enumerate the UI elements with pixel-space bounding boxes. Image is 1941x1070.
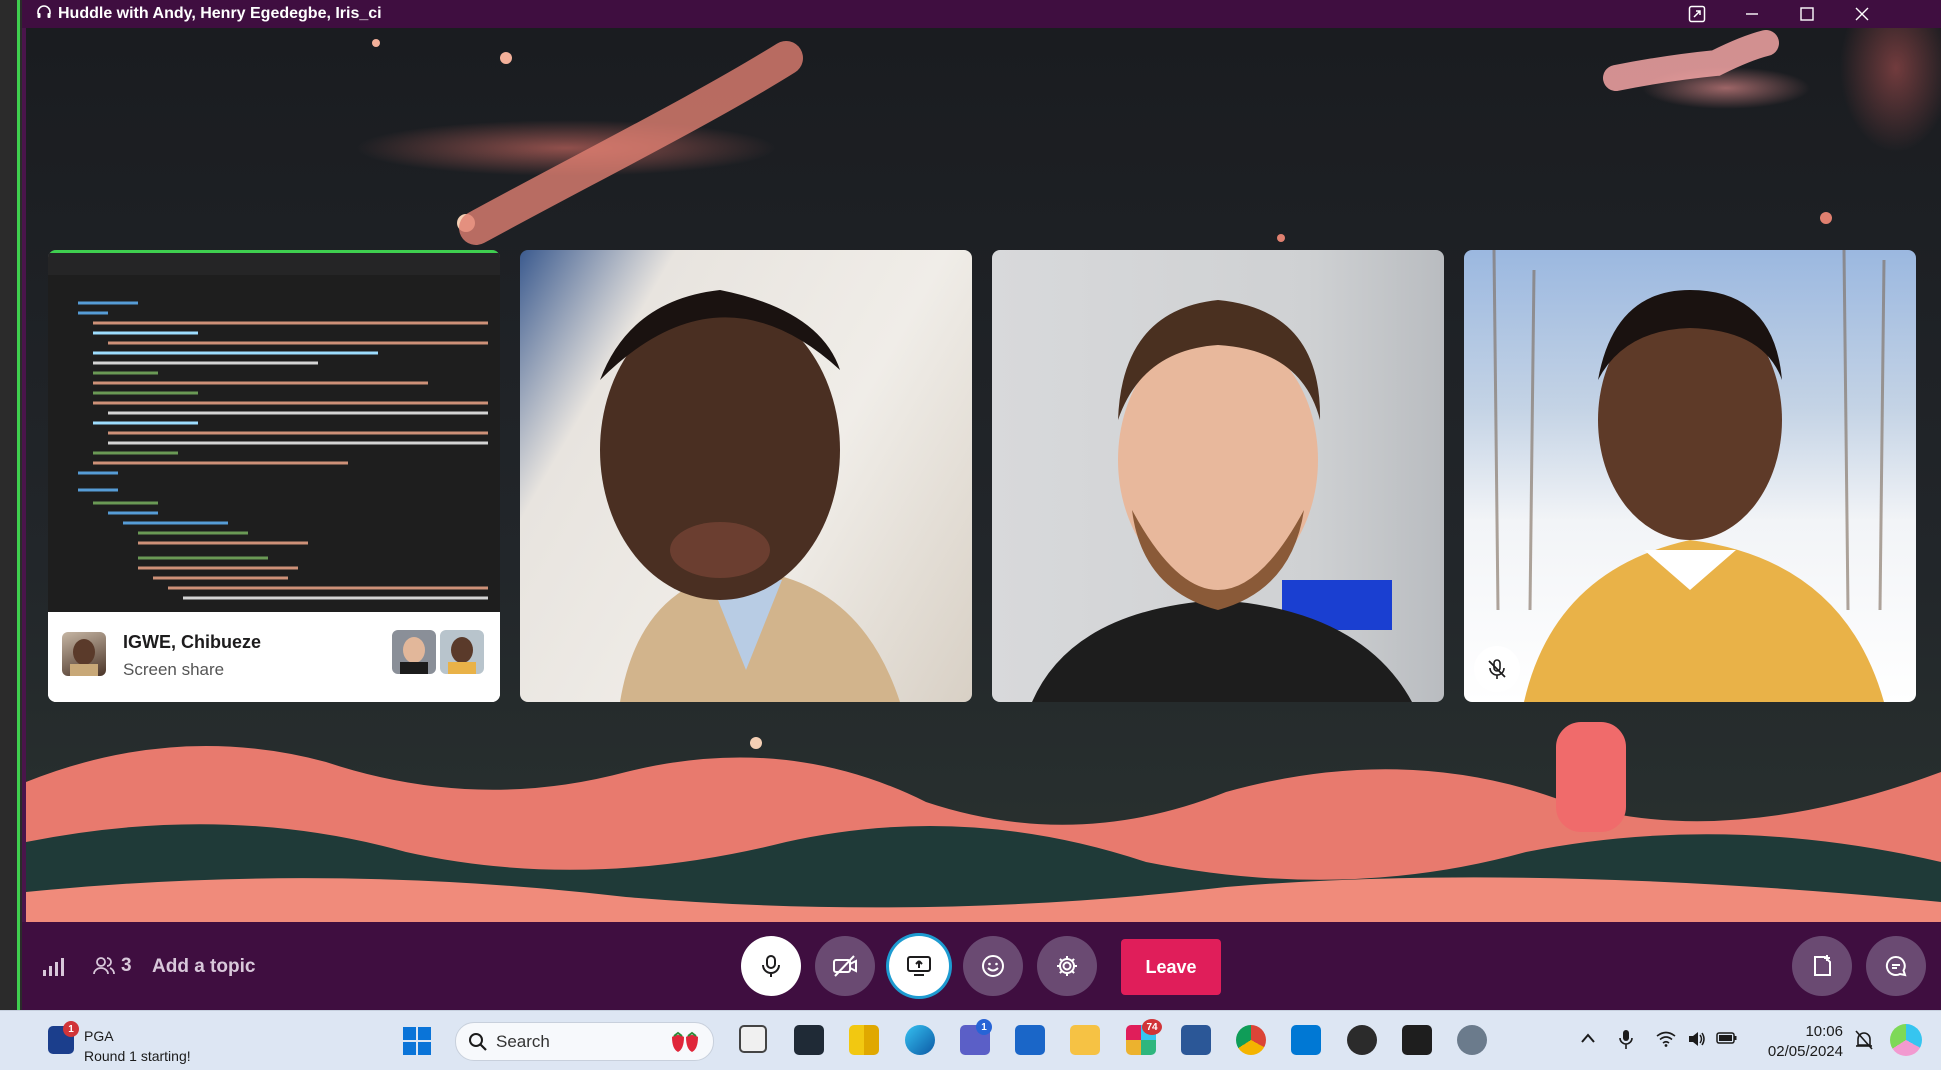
notes-icon bbox=[1814, 955, 1831, 976]
muted-indicator bbox=[1474, 646, 1520, 692]
presenter-name: IGWE, Chibueze bbox=[123, 632, 262, 652]
screen-share-icon bbox=[907, 956, 931, 976]
huddle-notes-button[interactable] bbox=[1792, 936, 1852, 996]
microphone-muted-icon bbox=[1488, 659, 1506, 679]
teams-badge: 1 bbox=[976, 1019, 992, 1035]
reactions-button[interactable] bbox=[963, 936, 1023, 996]
task-view-icon[interactable] bbox=[739, 1025, 767, 1053]
taskbar-clock[interactable]: 10:06 02/05/2024 bbox=[1751, 1022, 1843, 1062]
close-icon bbox=[1855, 7, 1869, 21]
windows-logo-icon bbox=[403, 1027, 431, 1055]
huddle-thread-button[interactable] bbox=[1866, 936, 1926, 996]
popout-button[interactable] bbox=[1675, 0, 1719, 28]
huddle-controls-bar: 3 Add a topic Leave bbox=[22, 922, 1941, 1010]
maximize-button[interactable] bbox=[1785, 0, 1829, 28]
video-toggle-button[interactable] bbox=[815, 936, 875, 996]
microphone-tray-icon[interactable] bbox=[1618, 1029, 1634, 1051]
huddle-title: Huddle with Andy, Henry Egedegbe, Iris_c… bbox=[58, 5, 382, 22]
screen-share-tile[interactable]: IGWE, Chibueze Screen share bbox=[48, 250, 500, 702]
terminal-icon[interactable] bbox=[1402, 1025, 1432, 1055]
viewer-avatar-image bbox=[400, 637, 428, 674]
copilot-icon[interactable] bbox=[1890, 1024, 1922, 1056]
microphone-button[interactable] bbox=[741, 936, 801, 996]
huddle-window: Huddle with Andy, Henry Egedegbe, Iris_c… bbox=[22, 0, 1941, 1010]
datagrip-icon[interactable] bbox=[794, 1025, 824, 1055]
minimize-button[interactable] bbox=[1730, 0, 1774, 28]
speaker-icon[interactable] bbox=[1687, 1030, 1707, 1048]
powerbi-icon[interactable] bbox=[849, 1025, 879, 1055]
viewer-avatar bbox=[392, 630, 436, 674]
leave-button[interactable]: Leave bbox=[1121, 939, 1221, 995]
presenter-avatar-image bbox=[70, 639, 98, 676]
file-explorer-icon[interactable] bbox=[1070, 1025, 1100, 1055]
people-icon bbox=[93, 957, 115, 975]
close-button[interactable] bbox=[1840, 0, 1884, 28]
word-icon[interactable] bbox=[1181, 1025, 1211, 1055]
notification-text: Round 1 starting! bbox=[84, 1048, 191, 1064]
clock-time: 10:06 bbox=[1805, 1023, 1843, 1040]
participants-button[interactable]: 3 bbox=[92, 952, 152, 982]
minimize-icon bbox=[1746, 13, 1758, 15]
popout-icon bbox=[1688, 5, 1706, 23]
search-label: Search bbox=[496, 1032, 550, 1051]
maximize-icon bbox=[1800, 7, 1814, 21]
vscode-icon[interactable] bbox=[1291, 1025, 1321, 1055]
landscape-illustration bbox=[26, 722, 1941, 922]
add-topic-button[interactable]: Add a topic bbox=[152, 956, 255, 978]
code-editor-thumbnail bbox=[48, 275, 500, 600]
participant-video bbox=[1032, 300, 1412, 702]
participant-video-tile[interactable] bbox=[1464, 250, 1916, 702]
emoji-icon bbox=[982, 955, 1004, 977]
title-bar: Huddle with Andy, Henry Egedegbe, Iris_c… bbox=[22, 0, 1941, 28]
start-button[interactable] bbox=[402, 1026, 432, 1056]
settings-button[interactable] bbox=[1037, 936, 1097, 996]
strawberry-icon bbox=[672, 1031, 698, 1052]
edge-browser-icon[interactable] bbox=[905, 1025, 935, 1055]
share-screen-button[interactable] bbox=[889, 936, 949, 996]
microsoft-store-icon[interactable] bbox=[1015, 1025, 1045, 1055]
huddle-stage: IGWE, Chibueze Screen share bbox=[26, 28, 1941, 922]
participant-video-tile[interactable] bbox=[992, 250, 1444, 702]
chat-icon bbox=[1885, 955, 1907, 977]
video-off-icon bbox=[833, 955, 857, 977]
taskbar-notification[interactable]: 1 PGA Round 1 starting! bbox=[42, 1018, 242, 1064]
participant-video bbox=[600, 290, 900, 702]
screen-share-info: IGWE, Chibueze Screen share bbox=[48, 612, 500, 702]
battery-icon[interactable] bbox=[1716, 1031, 1738, 1045]
taskbar-search[interactable]: Search bbox=[455, 1022, 714, 1061]
viewer-avatar-image bbox=[448, 637, 476, 674]
gear-icon bbox=[1057, 956, 1077, 976]
connection-quality-icon bbox=[43, 958, 64, 976]
chrome-icon[interactable] bbox=[1236, 1025, 1266, 1055]
screen-share-label: Screen share bbox=[123, 660, 225, 679]
windows-taskbar: 1 PGA Round 1 starting! Search 1 74 10:0… bbox=[0, 1010, 1941, 1070]
headphones-icon bbox=[37, 5, 51, 18]
viewer-avatar bbox=[440, 630, 484, 674]
participant-video-tile[interactable] bbox=[520, 250, 972, 702]
shared-screen-preview bbox=[48, 250, 500, 615]
participant-count: 3 bbox=[121, 955, 132, 976]
microphone-icon bbox=[762, 955, 780, 977]
background-window-edge bbox=[0, 0, 22, 1010]
focus-assist-icon[interactable] bbox=[1854, 1029, 1874, 1051]
clock-date: 02/05/2024 bbox=[1767, 1043, 1843, 1060]
notification-badge: 1 bbox=[63, 1021, 79, 1037]
chevron-up-icon[interactable] bbox=[1580, 1032, 1596, 1044]
presenter-avatar bbox=[62, 632, 106, 676]
wifi-icon[interactable] bbox=[1656, 1031, 1676, 1047]
settings-app-icon[interactable] bbox=[1457, 1025, 1487, 1055]
media-player-icon[interactable] bbox=[1347, 1025, 1377, 1055]
notification-app-name: PGA bbox=[84, 1028, 114, 1044]
slack-badge: 74 bbox=[1142, 1019, 1162, 1035]
search-icon bbox=[469, 1033, 487, 1051]
participant-video bbox=[1492, 250, 1886, 702]
